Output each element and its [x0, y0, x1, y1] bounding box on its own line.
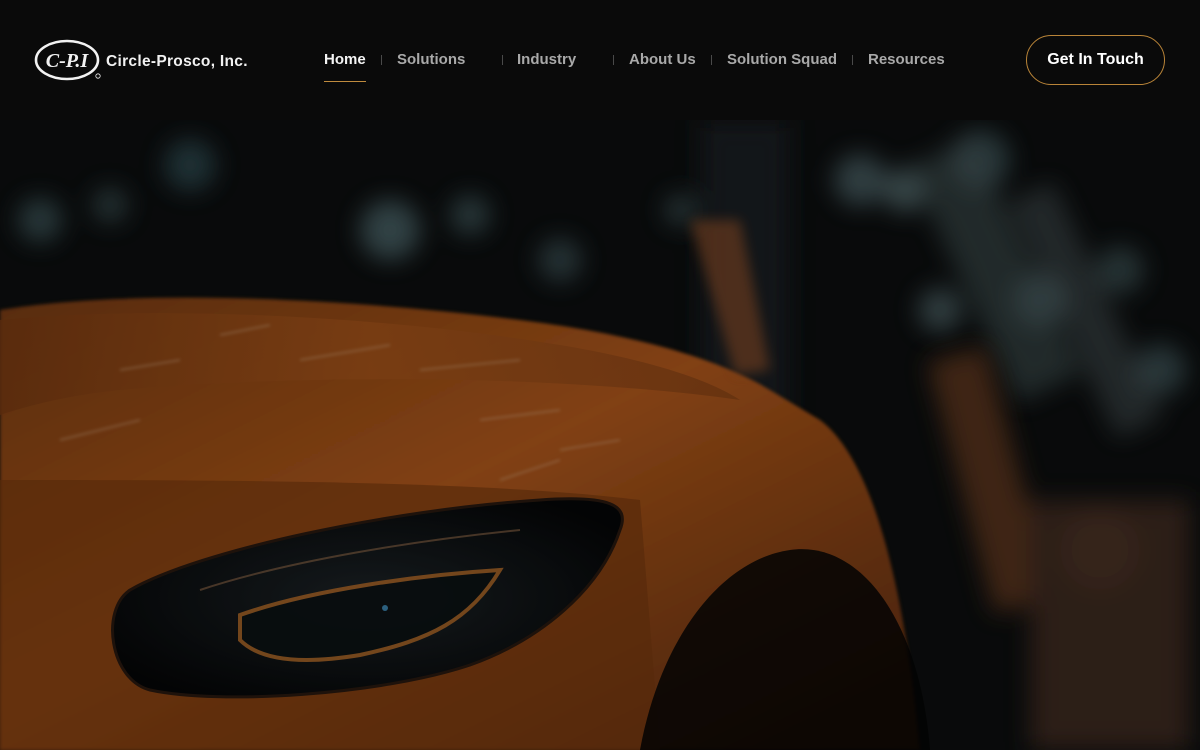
hero-banner: [0, 120, 1200, 750]
logo-mark-text: C-P.I: [46, 50, 90, 72]
brand-logo[interactable]: C-P.I Circle-Prosco, Inc.: [34, 38, 248, 82]
nav-item-solutions[interactable]: Solutions: [397, 51, 465, 68]
brand-name: Circle-Prosco, Inc.: [106, 52, 248, 70]
nav-separator: [381, 55, 382, 65]
hero-car-image: [0, 120, 1200, 750]
cpi-logo-icon: C-P.I: [34, 39, 101, 81]
nav-separator: [502, 55, 503, 65]
get-in-touch-button[interactable]: Get In Touch: [1026, 35, 1165, 85]
nav-separator: [711, 55, 712, 65]
nav-separator: [852, 55, 853, 65]
site-header: C-P.I Circle-Prosco, Inc. Home Solutions…: [0, 0, 1200, 120]
nav-item-solution-squad[interactable]: Solution Squad: [727, 51, 837, 68]
nav-item-about-us[interactable]: About Us: [629, 51, 696, 68]
nav-item-industry[interactable]: Industry: [517, 51, 576, 68]
nav-item-home[interactable]: Home: [324, 51, 366, 82]
nav-separator: [613, 55, 614, 65]
nav-item-resources[interactable]: Resources: [868, 51, 945, 68]
